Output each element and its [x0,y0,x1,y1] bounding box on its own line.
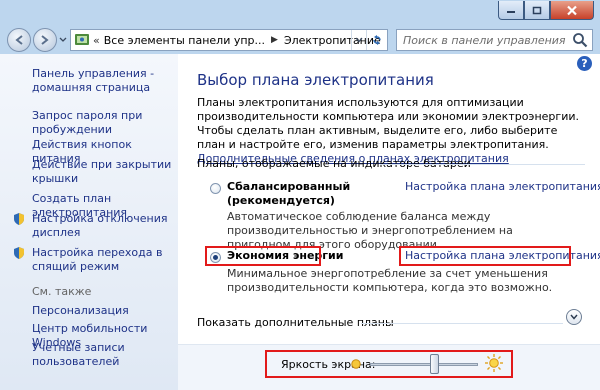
arrow-left-icon [15,35,23,45]
control-panel-window: « Все элементы панели упр... ▶ Электропи… [0,0,600,390]
highlight-box-brightness [265,350,513,378]
main-content: ? Выбор плана электропитания Планы элект… [178,54,600,390]
search-icon[interactable] [571,31,589,49]
address-history-button[interactable] [351,30,366,50]
plan-balanced-name[interactable]: Сбалансированный (рекомендуется) [227,180,397,208]
highlight-box-settings-link [399,246,571,266]
sidebar-link-sleep[interactable]: Настройка перехода в спящий режим [32,246,177,274]
section-divider [380,164,585,165]
chevron-down-icon [570,314,578,320]
expand-plans-button[interactable] [566,309,582,325]
search-box[interactable]: Поиск в панели управления [396,29,593,51]
sidebar-home-link[interactable]: Панель управления - домашняя страница [32,67,177,95]
control-panel-icon [75,34,89,45]
minimize-button[interactable] [498,1,524,20]
show-more-divider [361,323,563,324]
intro-paragraph: Планы электропитания используются для оп… [197,96,587,166]
refresh-icon [373,35,381,45]
minimize-icon [507,11,515,13]
title-bar [0,0,600,26]
page-title: Выбор плана электропитания [197,71,434,89]
close-icon [567,5,577,15]
address-bar-controls [351,30,387,50]
highlight-box-power-saver [205,246,321,266]
breadcrumb-all-items[interactable]: Все элементы панели упр... [104,34,265,47]
breadcrumb-overflow-icon[interactable]: « [93,34,100,47]
navigation-bar: « Все элементы панели упр... ▶ Электропи… [0,26,600,54]
chevron-down-icon [355,37,363,43]
breadcrumb-separator-icon[interactable]: ▶ [271,35,278,45]
arrow-right-icon [41,35,49,45]
plan-power-saver-description: Минимальное энергопотребление за счет ум… [227,267,553,294]
plan-balanced-radio[interactable] [210,183,221,194]
sidebar-link-user-accounts[interactable]: Учетные записи пользователей [32,341,177,369]
address-bar[interactable]: « Все элементы панели упр... ▶ Электропи… [70,29,388,51]
sidebar-link-personalization[interactable]: Персонализация [32,304,177,318]
intro-text: Планы электропитания используются для оп… [197,96,579,151]
maximize-button[interactable] [524,1,550,20]
close-button[interactable] [550,1,594,20]
shield-icon [14,213,24,225]
back-button[interactable] [7,28,31,52]
maximize-icon [532,6,542,14]
help-icon[interactable]: ? [577,56,592,71]
sidebar: Панель управления - домашняя страница За… [0,54,178,390]
forward-button[interactable] [33,28,57,52]
sidebar-link-lid-close[interactable]: Действие при закрытии крышки [32,158,177,186]
caption-buttons [498,1,594,20]
recent-pages-chevron-icon[interactable] [59,36,67,44]
search-input[interactable]: Поиск в панели управления [403,34,571,47]
sidebar-link-display-off[interactable]: Настройка отключения дисплея [32,212,177,240]
brightness-bar: Яркость экрана: [178,344,600,390]
plan-balanced-settings-link[interactable]: Настройка плана электропитания [405,180,600,193]
see-also-heading: См. также [32,285,92,298]
refresh-button[interactable] [366,30,387,50]
sidebar-link-password-on-wakeup[interactable]: Запрос пароля при пробуждении [32,109,177,137]
shield-icon [14,247,24,259]
